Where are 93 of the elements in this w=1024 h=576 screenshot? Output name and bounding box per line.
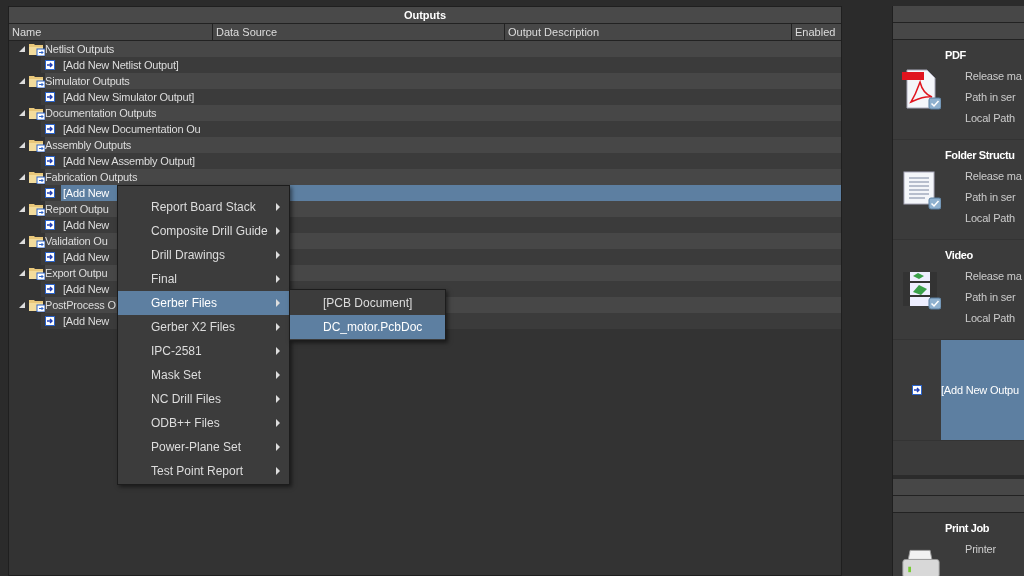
group-label[interactable]: Netlist Outputs — [45, 41, 115, 57]
menu-item[interactable]: DC_motor.PcbDoc — [290, 315, 445, 339]
add-icon[interactable] — [45, 156, 55, 166]
collapse-toggle-icon[interactable] — [19, 302, 25, 308]
menu-item[interactable]: IPC-2581 — [118, 339, 289, 363]
folder-icon — [29, 202, 45, 216]
add-output-item[interactable]: [Add New Simulator Output] — [61, 89, 195, 105]
add-output-item[interactable]: [Add New Documentation Ou — [61, 121, 201, 137]
collapse-toggle-icon[interactable] — [19, 110, 25, 116]
field-label: Path in ser — [965, 290, 1017, 305]
submenu-caret-icon — [276, 371, 280, 379]
group-label[interactable]: Validation Ou — [45, 233, 108, 249]
submenu-caret-icon — [276, 419, 280, 427]
submenu-caret-icon — [276, 347, 280, 355]
collapse-toggle-icon[interactable] — [19, 46, 25, 52]
add-icon[interactable] — [45, 252, 55, 262]
folder-icon — [29, 234, 45, 248]
field-label: Path in ser — [965, 190, 1017, 205]
field-label: Release ma — [965, 169, 1022, 184]
menu-item[interactable]: Test Point Report — [118, 459, 289, 483]
field-label: Local Path — [965, 111, 1016, 126]
add-output-item[interactable]: [Add New Netlist Output] — [61, 57, 179, 73]
add-output-item[interactable]: [Add New — [61, 281, 110, 297]
group-label[interactable]: Report Outpu — [45, 201, 109, 217]
menu-item[interactable]: Composite Drill Guide — [118, 219, 289, 243]
folder-icon — [29, 42, 45, 56]
folder-icon — [29, 138, 45, 152]
group-label[interactable]: Simulator Outputs — [45, 73, 130, 89]
add-output-item[interactable]: [Add New — [61, 313, 110, 329]
menu-item[interactable]: Drill Drawings — [118, 243, 289, 267]
add-output-item[interactable]: [Add New Assembly Output] — [61, 153, 195, 169]
output-title: PDF — [944, 48, 967, 63]
menu-item[interactable]: NC Drill Files — [118, 387, 289, 411]
column-header[interactable]: Enabled — [791, 24, 841, 40]
collapse-toggle-icon[interactable] — [19, 174, 25, 180]
group-label[interactable]: Export Outpu — [45, 265, 108, 281]
collapse-toggle-icon[interactable] — [19, 238, 25, 244]
add-icon[interactable] — [45, 220, 55, 230]
group-label[interactable]: Documentation Outputs — [45, 105, 157, 121]
field-label: Release ma — [965, 69, 1022, 84]
submenu-caret-icon — [276, 203, 280, 211]
document-icon — [901, 168, 941, 210]
submenu-caret-icon — [276, 299, 280, 307]
add-icon[interactable] — [45, 188, 55, 198]
collapse-toggle-icon[interactable] — [19, 142, 25, 148]
add-output-item[interactable]: [Add New Outpu — [941, 340, 1024, 440]
folder-icon — [29, 74, 45, 88]
menu-item[interactable]: Power-Plane Set — [118, 435, 289, 459]
folder-icon — [29, 170, 45, 184]
add-icon[interactable] — [912, 385, 922, 395]
menu-item[interactable]: ODB++ Files — [118, 411, 289, 435]
submenu-caret-icon — [276, 275, 280, 283]
menu-item[interactable]: Gerber Files — [118, 291, 289, 315]
printer-icon — [901, 549, 941, 576]
panel-title: Outputs — [9, 7, 841, 24]
collapse-toggle-icon[interactable] — [19, 270, 25, 276]
add-icon[interactable] — [45, 284, 55, 294]
collapse-toggle-icon[interactable] — [19, 78, 25, 84]
collapse-toggle-icon[interactable] — [19, 206, 25, 212]
column-header[interactable]: Data Source — [212, 24, 504, 40]
group-label[interactable]: PostProcess O — [45, 297, 116, 313]
output-title: Video — [944, 248, 974, 263]
submenu-caret-icon — [276, 443, 280, 451]
folder-icon — [29, 298, 45, 312]
submenu-caret-icon — [276, 467, 280, 475]
add-icon[interactable] — [45, 124, 55, 134]
menu-item[interactable]: Mask Set — [118, 363, 289, 387]
column-header[interactable]: Output Description — [504, 24, 791, 40]
submenu-caret-icon — [276, 323, 280, 331]
add-output-item[interactable]: [Add New — [61, 249, 110, 265]
pdf-document-icon — [901, 68, 941, 110]
group-label[interactable]: Fabrication Outputs — [45, 169, 138, 185]
folder-icon — [29, 106, 45, 120]
folder-icon — [29, 266, 45, 280]
menu-item[interactable]: Gerber X2 Files — [118, 315, 289, 339]
output-title: Folder Structu — [944, 148, 1016, 163]
submenu-caret-icon — [276, 227, 280, 235]
field-label: Release ma — [965, 269, 1022, 284]
submenu-caret-icon — [276, 251, 280, 259]
field-label: Local Path — [965, 211, 1016, 226]
column-header[interactable]: Name — [9, 24, 212, 40]
output-title: Print Job — [944, 521, 991, 536]
add-icon[interactable] — [45, 316, 55, 326]
group-label[interactable]: Assembly Outputs — [45, 137, 132, 153]
field-label: Printer — [965, 542, 996, 557]
add-icon[interactable] — [45, 92, 55, 102]
field-label: Local Path — [965, 311, 1016, 326]
menu-item[interactable]: [PCB Document] — [290, 291, 445, 315]
field-label: Path in ser — [965, 90, 1017, 105]
menu-item[interactable]: Final — [118, 267, 289, 291]
submenu-caret-icon — [276, 395, 280, 403]
add-icon[interactable] — [45, 60, 55, 70]
add-output-item[interactable]: [Add New — [61, 217, 110, 233]
